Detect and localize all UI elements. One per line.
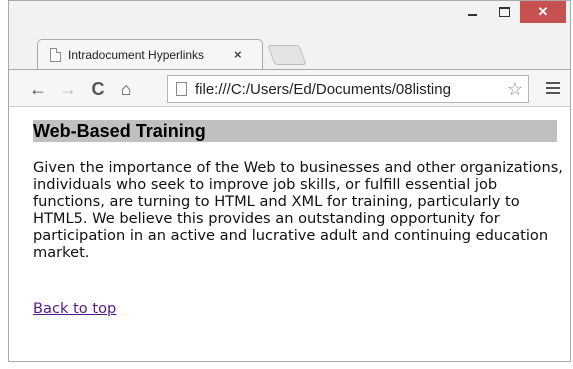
- tab-title: Intradocument Hyperlinks: [68, 47, 205, 62]
- page-icon: [50, 47, 61, 62]
- home-icon: ⌂: [120, 78, 132, 99]
- bookmark-star-icon[interactable]: ☆: [507, 79, 523, 100]
- tab-intradocument-hyperlinks[interactable]: Intradocument Hyperlinks ×: [37, 39, 263, 69]
- maximize-button[interactable]: [488, 1, 520, 23]
- close-window-button[interactable]: ✕: [520, 1, 566, 23]
- page-content: Web-Based Training Given the importance …: [9, 107, 570, 361]
- minimize-button[interactable]: [456, 1, 488, 23]
- url-text[interactable]: file:///C:/Users/Ed/Documents/08listing: [195, 81, 507, 98]
- address-bar[interactable]: file:///C:/Users/Ed/Documents/08listing …: [167, 75, 529, 103]
- forward-arrow-icon: →: [59, 78, 77, 99]
- close-icon: ✕: [537, 4, 549, 19]
- browser-window: ✕ Intradocument Hyperlinks × ← → C ⌂ fil…: [8, 0, 571, 362]
- tab-close-icon[interactable]: ×: [234, 47, 242, 62]
- browser-toolbar: ← → C ⌂ file:///C:/Users/Ed/Documents/08…: [9, 69, 570, 107]
- title-bar: ✕ Intradocument Hyperlinks ×: [9, 1, 570, 71]
- back-button[interactable]: ←: [27, 78, 49, 100]
- reload-icon: C: [91, 78, 105, 99]
- new-tab-button[interactable]: [267, 45, 307, 65]
- menu-icon[interactable]: [546, 82, 560, 94]
- minimize-icon: [467, 14, 477, 16]
- forward-button[interactable]: →: [57, 78, 79, 100]
- reload-button[interactable]: C: [87, 78, 109, 100]
- back-to-top-link[interactable]: Back to top: [33, 300, 116, 317]
- file-icon: [176, 82, 187, 96]
- window-controls: ✕: [456, 1, 566, 23]
- page-heading: Web-Based Training: [33, 120, 557, 142]
- back-arrow-icon: ←: [29, 78, 47, 99]
- body-paragraph: Given the importance of the Web to busin…: [33, 159, 563, 261]
- maximize-icon: [498, 7, 510, 17]
- home-button[interactable]: ⌂: [115, 78, 137, 100]
